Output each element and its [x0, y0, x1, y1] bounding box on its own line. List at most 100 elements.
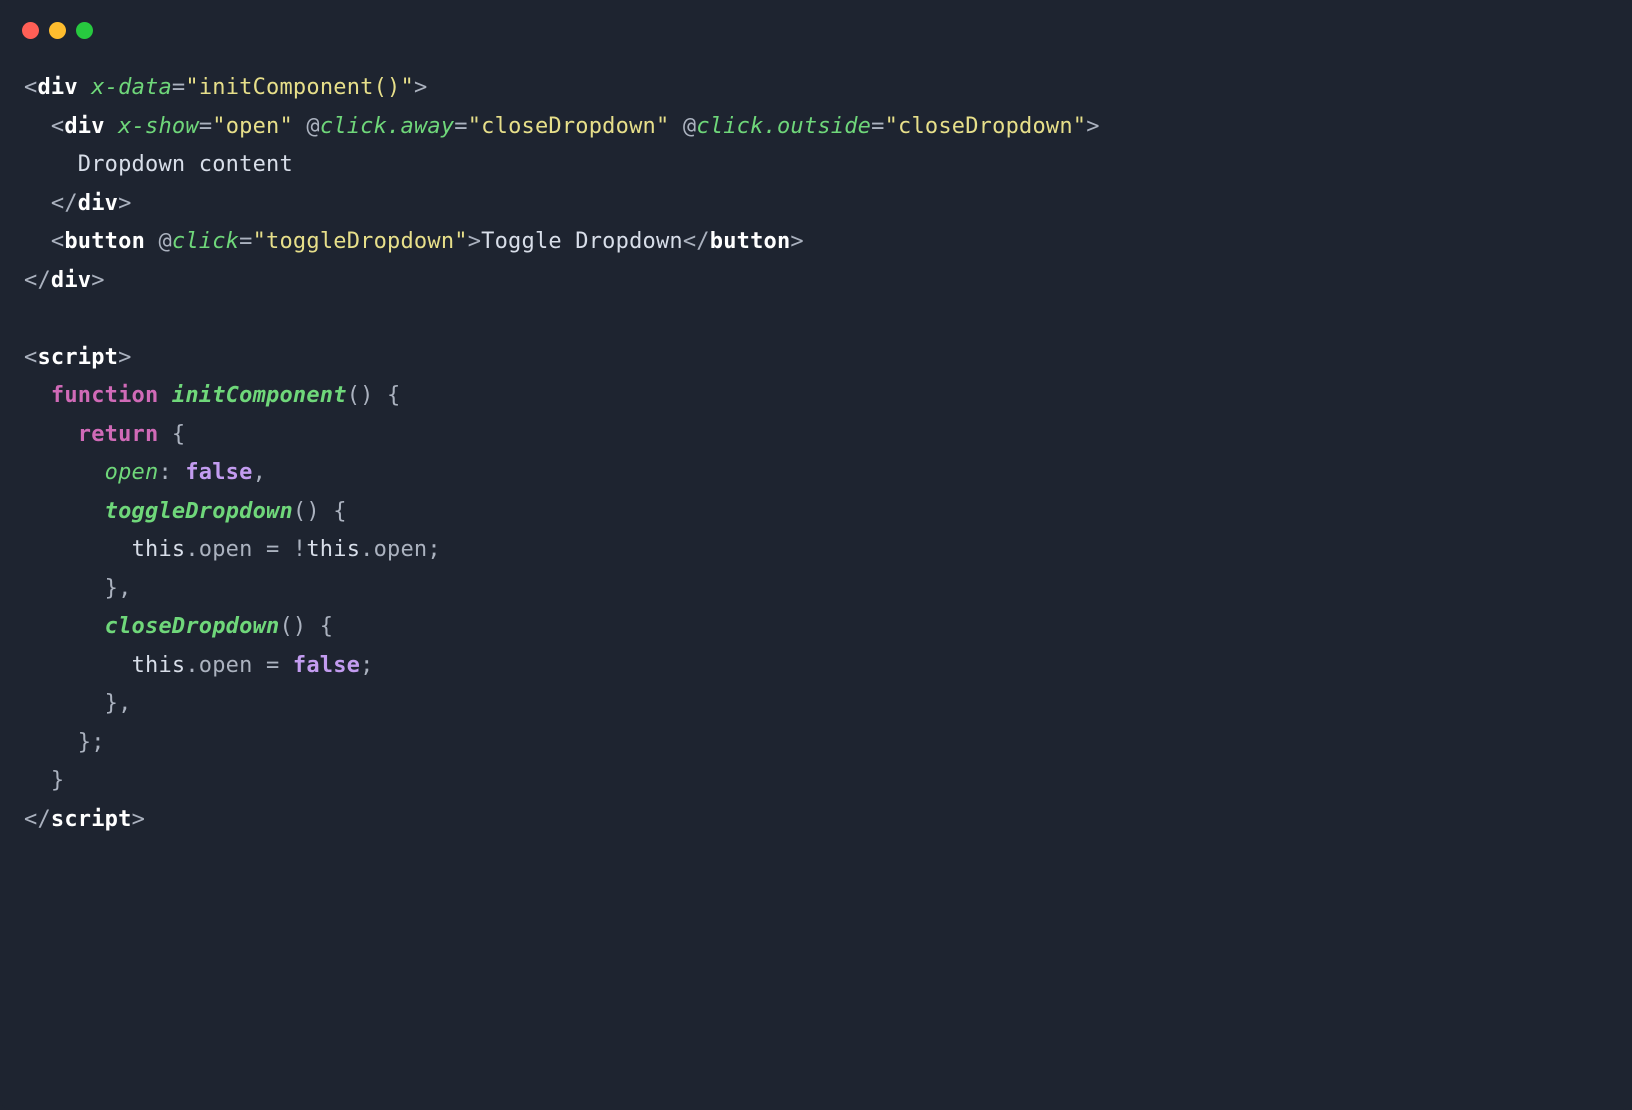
code-token: this	[306, 537, 360, 562]
maximize-window-icon[interactable]	[76, 22, 93, 39]
code-line	[24, 300, 1608, 339]
code-token: Toggle Dropdown	[481, 229, 683, 254]
code-token: >	[468, 229, 481, 254]
code-line: this.open = false;	[24, 647, 1608, 686]
code-token: Dropdown content	[24, 152, 293, 177]
code-line: <div x-show="open" @click.away="closeDro…	[24, 108, 1608, 147]
code-token: <	[24, 345, 37, 370]
code-token: initComponent	[172, 383, 347, 408]
code-token: .open;	[360, 537, 441, 562]
code-line: </script>	[24, 801, 1608, 840]
code-token: function	[51, 383, 159, 408]
code-token: =	[454, 114, 467, 139]
code-token: x-show	[118, 114, 199, 139]
code-editor-content[interactable]: <div x-data="initComponent()"> <div x-sh…	[0, 39, 1632, 863]
code-line: <script>	[24, 339, 1608, 378]
code-token: toggleDropdown	[105, 499, 293, 524]
code-token: click	[172, 229, 239, 254]
code-token: () {	[279, 614, 333, 639]
code-token: },	[24, 576, 132, 601]
code-token: @	[669, 114, 696, 139]
code-token: open	[105, 460, 159, 485]
code-token	[158, 383, 171, 408]
code-token: @	[145, 229, 172, 254]
code-line: </div>	[24, 185, 1608, 224]
code-token: >	[118, 191, 131, 216]
code-line: closeDropdown() {	[24, 608, 1608, 647]
code-token: button	[64, 229, 145, 254]
code-token: </	[683, 229, 710, 254]
code-token: </	[24, 268, 51, 293]
code-token: <	[24, 114, 64, 139]
code-token: "initComponent()"	[185, 75, 414, 100]
code-line: function initComponent() {	[24, 377, 1608, 416]
code-token: "open"	[212, 114, 293, 139]
code-token: };	[24, 730, 105, 755]
code-token: >	[414, 75, 427, 100]
code-token: >	[790, 229, 803, 254]
code-token: </	[24, 807, 51, 832]
code-token: button	[710, 229, 791, 254]
code-token: },	[24, 691, 132, 716]
code-token: >	[1086, 114, 1099, 139]
code-token: :	[158, 460, 185, 485]
code-line: Dropdown content	[24, 146, 1608, 185]
code-token: div	[64, 114, 104, 139]
code-token: click.away	[320, 114, 454, 139]
code-token: ;	[360, 653, 373, 678]
code-token: <	[24, 229, 64, 254]
code-token	[24, 383, 51, 408]
code-line: open: false,	[24, 454, 1608, 493]
code-token: "closeDropdown"	[468, 114, 670, 139]
code-token: >	[118, 345, 131, 370]
code-line: </div>	[24, 262, 1608, 301]
code-token: >	[132, 807, 145, 832]
code-token: =	[199, 114, 212, 139]
code-token: div	[51, 268, 91, 293]
code-token: script	[37, 345, 118, 370]
code-line: },	[24, 570, 1608, 609]
code-token: x-data	[91, 75, 172, 100]
code-token: .open = !	[185, 537, 306, 562]
code-token	[24, 460, 105, 485]
code-token: script	[51, 807, 132, 832]
code-token: () {	[293, 499, 347, 524]
code-token	[24, 499, 105, 524]
code-token	[105, 114, 118, 139]
code-line: <div x-data="initComponent()">	[24, 69, 1608, 108]
window-titlebar	[0, 0, 1632, 39]
code-token: this	[132, 653, 186, 678]
code-line: },	[24, 685, 1608, 724]
code-window: <div x-data="initComponent()"> <div x-sh…	[0, 0, 1632, 1110]
code-token: =	[871, 114, 884, 139]
code-line: <button @click="toggleDropdown">Toggle D…	[24, 223, 1608, 262]
close-window-icon[interactable]	[22, 22, 39, 39]
code-token: =	[239, 229, 252, 254]
code-token: click.outside	[696, 114, 871, 139]
code-token: <	[24, 75, 37, 100]
code-token: "toggleDropdown"	[253, 229, 468, 254]
code-token: "closeDropdown"	[885, 114, 1087, 139]
code-token: this	[132, 537, 186, 562]
code-token: ,	[253, 460, 266, 485]
code-token: @	[293, 114, 320, 139]
code-token: () {	[347, 383, 401, 408]
code-token: =	[172, 75, 185, 100]
code-token: false	[185, 460, 252, 485]
code-token: div	[78, 191, 118, 216]
code-token	[24, 614, 105, 639]
code-line: return {	[24, 416, 1608, 455]
code-token: div	[37, 75, 77, 100]
code-line: };	[24, 724, 1608, 763]
code-line: this.open = !this.open;	[24, 531, 1608, 570]
code-token	[24, 537, 132, 562]
code-token: }	[24, 768, 64, 793]
code-token	[78, 75, 91, 100]
code-token: false	[293, 653, 360, 678]
code-line: toggleDropdown() {	[24, 493, 1608, 532]
code-token	[24, 653, 132, 678]
code-token: >	[91, 268, 104, 293]
code-token: {	[158, 422, 185, 447]
minimize-window-icon[interactable]	[49, 22, 66, 39]
code-token: .open =	[185, 653, 293, 678]
